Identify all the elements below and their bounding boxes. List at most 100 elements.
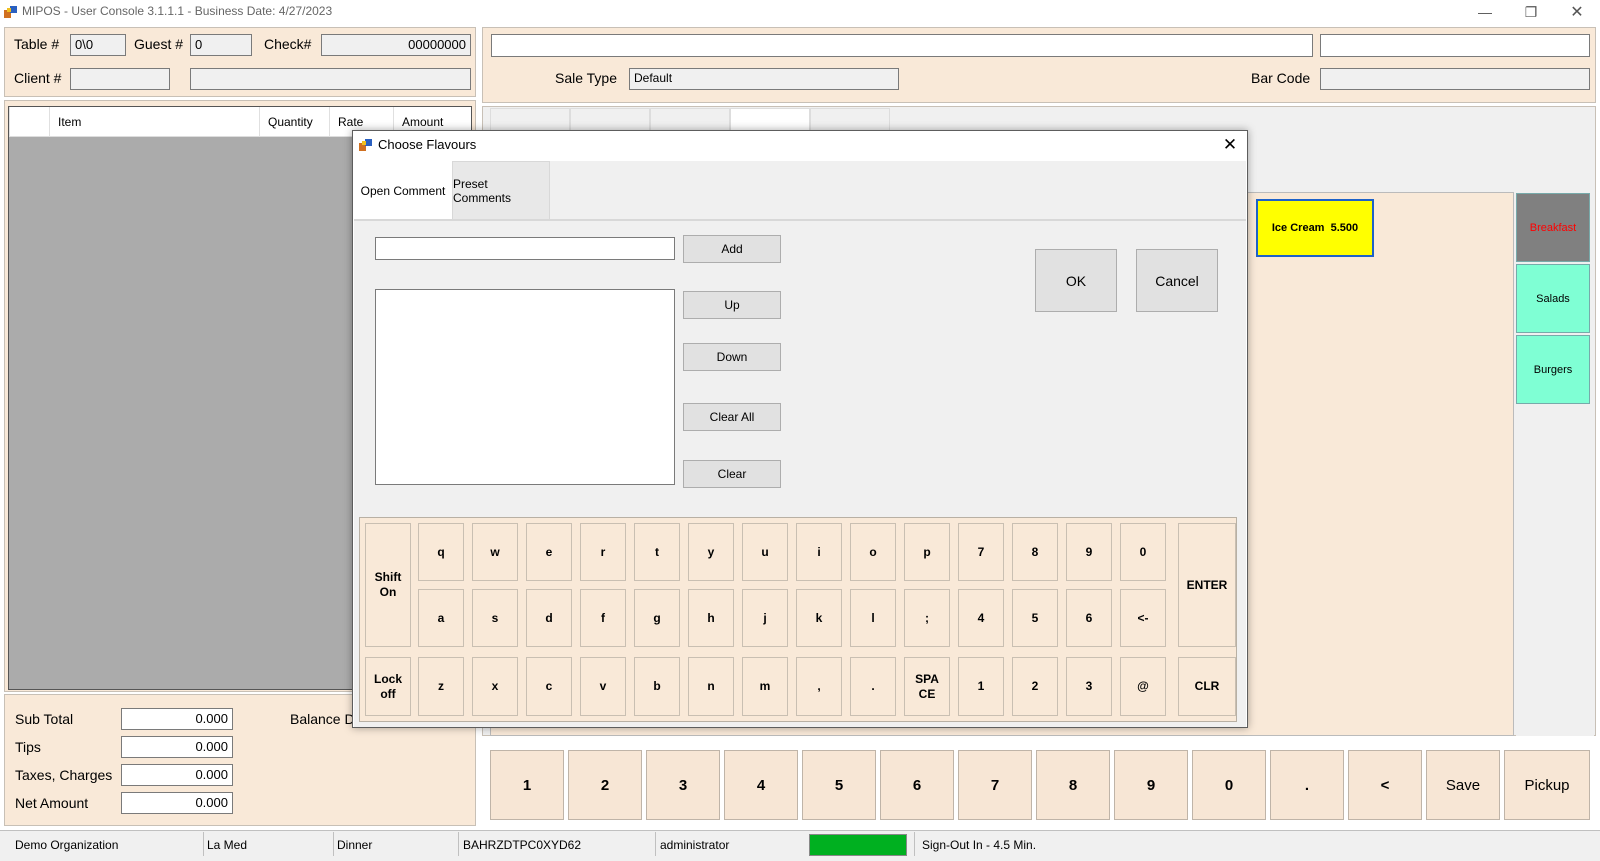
add-button[interactable]: Add (683, 235, 781, 263)
key-row2-11[interactable]: 5 (1012, 589, 1058, 647)
key-row1-1[interactable]: w (472, 523, 518, 581)
numpad-1[interactable]: 1 (490, 750, 564, 820)
key-row1-10[interactable]: 7 (958, 523, 1004, 581)
key-row1-8[interactable]: o (850, 523, 896, 581)
numpad-0[interactable]: 0 (1192, 750, 1266, 820)
numpad-backspace[interactable]: < (1348, 750, 1422, 820)
key-row1-7[interactable]: i (796, 523, 842, 581)
key-row1-2[interactable]: e (526, 523, 572, 581)
key-row1-11[interactable]: 8 (1012, 523, 1058, 581)
key-row1-3[interactable]: r (580, 523, 626, 581)
tab-preset-comments[interactable]: Preset Comments (452, 161, 550, 221)
status-user: administrator (660, 838, 730, 852)
minimize-icon[interactable]: — (1462, 0, 1508, 24)
secondary-field[interactable] (1320, 34, 1590, 57)
key-row2-2[interactable]: d (526, 589, 572, 647)
key-row2-0[interactable]: a (418, 589, 464, 647)
check-field[interactable]: 00000000 (321, 34, 471, 56)
numpad-9[interactable]: 9 (1114, 750, 1188, 820)
key-row1-9[interactable]: p (904, 523, 950, 581)
key-lock[interactable]: Lock off (365, 657, 411, 716)
key-row3-1[interactable]: x (472, 657, 518, 716)
key-row1-4[interactable]: t (634, 523, 680, 581)
key-row2-13[interactable]: <- (1120, 589, 1166, 647)
key-enter[interactable]: ENTER (1178, 523, 1236, 647)
key-row3-3[interactable]: v (580, 657, 626, 716)
key-shift[interactable]: Shift On (365, 523, 411, 647)
key-row1-5[interactable]: y (688, 523, 734, 581)
sale-type-select[interactable]: Default (629, 68, 899, 90)
key-row3-0[interactable]: z (418, 657, 464, 716)
key-row3-12[interactable]: 3 (1066, 657, 1112, 716)
numpad-4[interactable]: 4 (724, 750, 798, 820)
pickup-button[interactable]: Pickup (1504, 750, 1590, 820)
category-salads[interactable]: Salads (1516, 264, 1590, 333)
item-search-field[interactable] (491, 34, 1313, 57)
key-row1-13[interactable]: 0 (1120, 523, 1166, 581)
key-row2-7[interactable]: k (796, 589, 842, 647)
up-button[interactable]: Up (683, 291, 781, 319)
key-row2-12[interactable]: 6 (1066, 589, 1112, 647)
tips-label: Tips (15, 739, 41, 755)
numpad-3[interactable]: 3 (646, 750, 720, 820)
clear-all-button[interactable]: Clear All (683, 403, 781, 431)
dialog-close-icon[interactable]: ✕ (1213, 131, 1247, 159)
category-breakfast[interactable]: Breakfast (1516, 193, 1590, 262)
numpad-8[interactable]: 8 (1036, 750, 1110, 820)
key-row2-1[interactable]: s (472, 589, 518, 647)
subtotal-label: Sub Total (15, 711, 74, 727)
client-label: Client # (14, 70, 62, 86)
table-field[interactable]: 0\0 (70, 34, 126, 56)
tab-open-comment[interactable]: Open Comment (354, 161, 452, 221)
cancel-button[interactable]: Cancel (1136, 249, 1218, 312)
ok-button[interactable]: OK (1035, 249, 1117, 312)
key-row2-4[interactable]: g (634, 589, 680, 647)
barcode-field[interactable] (1320, 68, 1590, 90)
numpad-6[interactable]: 6 (880, 750, 954, 820)
clear-button[interactable]: Clear (683, 460, 781, 488)
comments-list[interactable] (375, 289, 675, 485)
status-signout: Sign-Out In - 4.5 Min. (922, 838, 1037, 852)
key-row1-0[interactable]: q (418, 523, 464, 581)
column-header-quantity[interactable]: Quantity (259, 107, 329, 137)
guest-field[interactable]: 0 (190, 34, 252, 56)
dialog-title: Choose Flavours (378, 137, 477, 152)
balance-label: Balance D (290, 711, 355, 727)
menu-item-ice-cream[interactable]: Ice Cream 5.500 (1256, 199, 1374, 257)
numpad-7[interactable]: 7 (958, 750, 1032, 820)
save-button[interactable]: Save (1426, 750, 1500, 820)
key-row3-6[interactable]: m (742, 657, 788, 716)
client-number-field[interactable] (70, 68, 170, 90)
key-row3-5[interactable]: n (688, 657, 734, 716)
key-row1-12[interactable]: 9 (1066, 523, 1112, 581)
key-clr[interactable]: CLR (1178, 657, 1236, 716)
key-row3-13[interactable]: @ (1120, 657, 1166, 716)
choose-flavours-dialog: Choose Flavours ✕ Open Comment Preset Co… (352, 130, 1248, 728)
down-button[interactable]: Down (683, 343, 781, 371)
key-row3-4[interactable]: b (634, 657, 680, 716)
category-burgers[interactable]: Burgers (1516, 335, 1590, 404)
key-row1-6[interactable]: u (742, 523, 788, 581)
tips-field[interactable]: 0.000 (121, 736, 233, 758)
close-icon[interactable]: ✕ (1554, 0, 1600, 24)
key-row2-8[interactable]: l (850, 589, 896, 647)
key-row3-8[interactable]: . (850, 657, 896, 716)
key-row2-9[interactable]: ; (904, 589, 950, 647)
numpad-decimal[interactable]: . (1270, 750, 1344, 820)
restore-icon[interactable]: ❐ (1508, 0, 1554, 24)
comment-input[interactable] (375, 237, 675, 260)
key-row2-6[interactable]: j (742, 589, 788, 647)
numpad-5[interactable]: 5 (802, 750, 876, 820)
key-row3-10[interactable]: 1 (958, 657, 1004, 716)
key-row2-5[interactable]: h (688, 589, 734, 647)
column-header-item[interactable]: Item (49, 107, 259, 137)
app-icon (4, 6, 17, 18)
key-row2-3[interactable]: f (580, 589, 626, 647)
numpad-2[interactable]: 2 (568, 750, 642, 820)
client-name-field[interactable] (190, 68, 471, 90)
key-row3-7[interactable]: , (796, 657, 842, 716)
key-row3-11[interactable]: 2 (1012, 657, 1058, 716)
key-row2-10[interactable]: 4 (958, 589, 1004, 647)
key-row3-9[interactable]: SPACE (904, 657, 950, 716)
key-row3-2[interactable]: c (526, 657, 572, 716)
